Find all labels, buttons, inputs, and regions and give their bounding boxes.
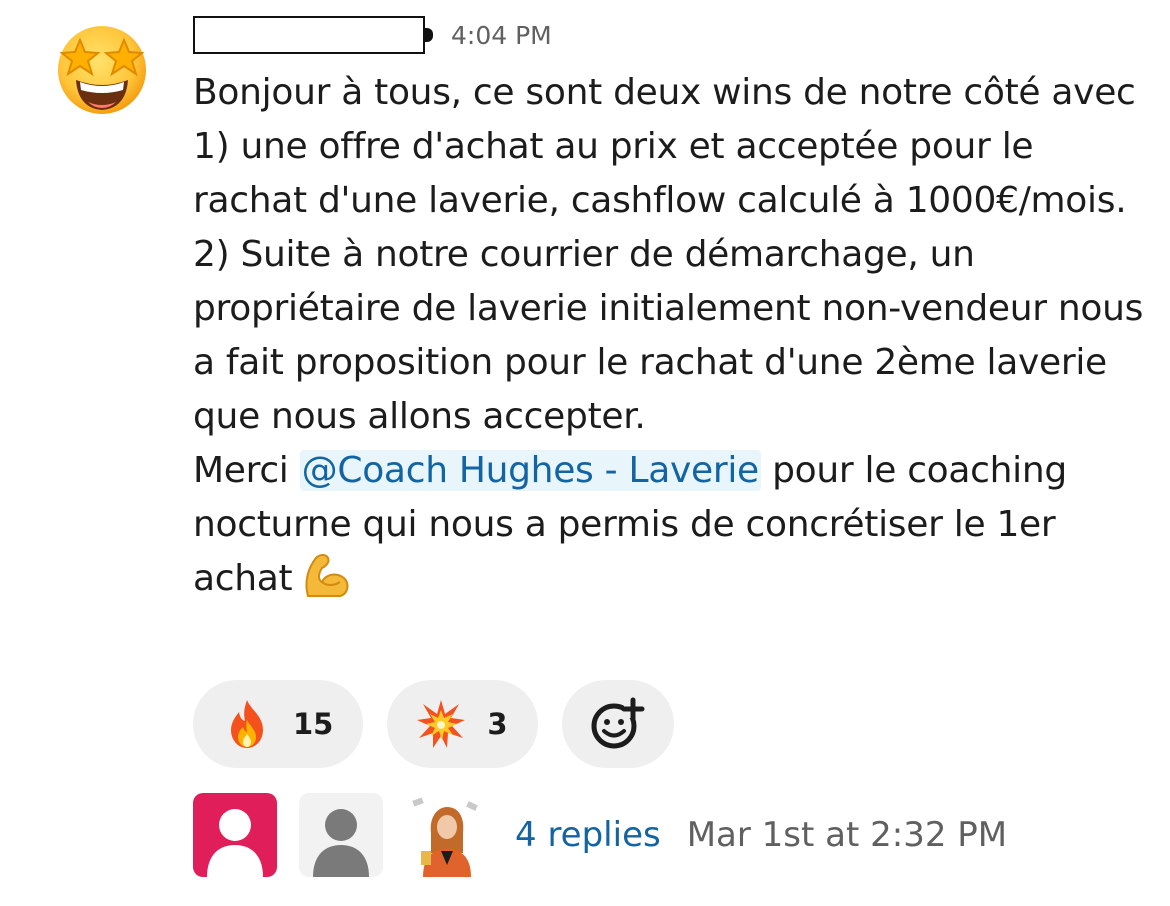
- name-redaction-mark: [423, 28, 433, 42]
- reply-avatar-pink[interactable]: [193, 793, 277, 877]
- add-reaction-button[interactable]: [561, 680, 674, 768]
- person-photo-icon: [405, 793, 489, 877]
- collision-emoji-icon: [417, 700, 466, 748]
- user-default-icon: [193, 793, 277, 877]
- message-body: Bonjour à tous, ce sont deux wins de not…: [193, 66, 1148, 606]
- thread-summary[interactable]: 4 replies Mar 1st at 2:32 PM: [193, 793, 1007, 877]
- message-timestamp[interactable]: 4:04 PM: [451, 21, 552, 50]
- star-struck-emoji-icon: [58, 26, 146, 114]
- reaction-fire[interactable]: 15: [193, 680, 364, 768]
- flexed-biceps-emoji-icon: [305, 554, 349, 597]
- replies-count-link[interactable]: 4 replies: [515, 815, 661, 855]
- message-paragraph-1: Bonjour à tous, ce sont deux wins de not…: [193, 72, 1144, 437]
- merci-text: Merci: [193, 450, 289, 491]
- reaction-collision[interactable]: 3: [387, 680, 538, 768]
- reactions-bar: 15 3: [193, 680, 674, 768]
- last-reply-time: Mar 1st at 2:32 PM: [686, 815, 1008, 855]
- author-avatar[interactable]: [52, 18, 152, 118]
- reply-avatar-photo[interactable]: [405, 793, 489, 877]
- add-reaction-icon: [591, 697, 645, 749]
- reply-avatar-gray[interactable]: [299, 793, 383, 877]
- user-mention[interactable]: @Coach Hughes - Laverie: [299, 450, 761, 491]
- reaction-count: 15: [293, 707, 334, 741]
- author-name[interactable]: [193, 16, 425, 54]
- message-paragraph-2: Merci @Coach Hughes - Laverie pour le co…: [193, 444, 1148, 606]
- user-default-icon: [299, 793, 383, 877]
- message-header: 4:04 PM: [193, 14, 552, 56]
- reaction-count: 3: [487, 707, 508, 741]
- fire-emoji-icon: [231, 700, 263, 748]
